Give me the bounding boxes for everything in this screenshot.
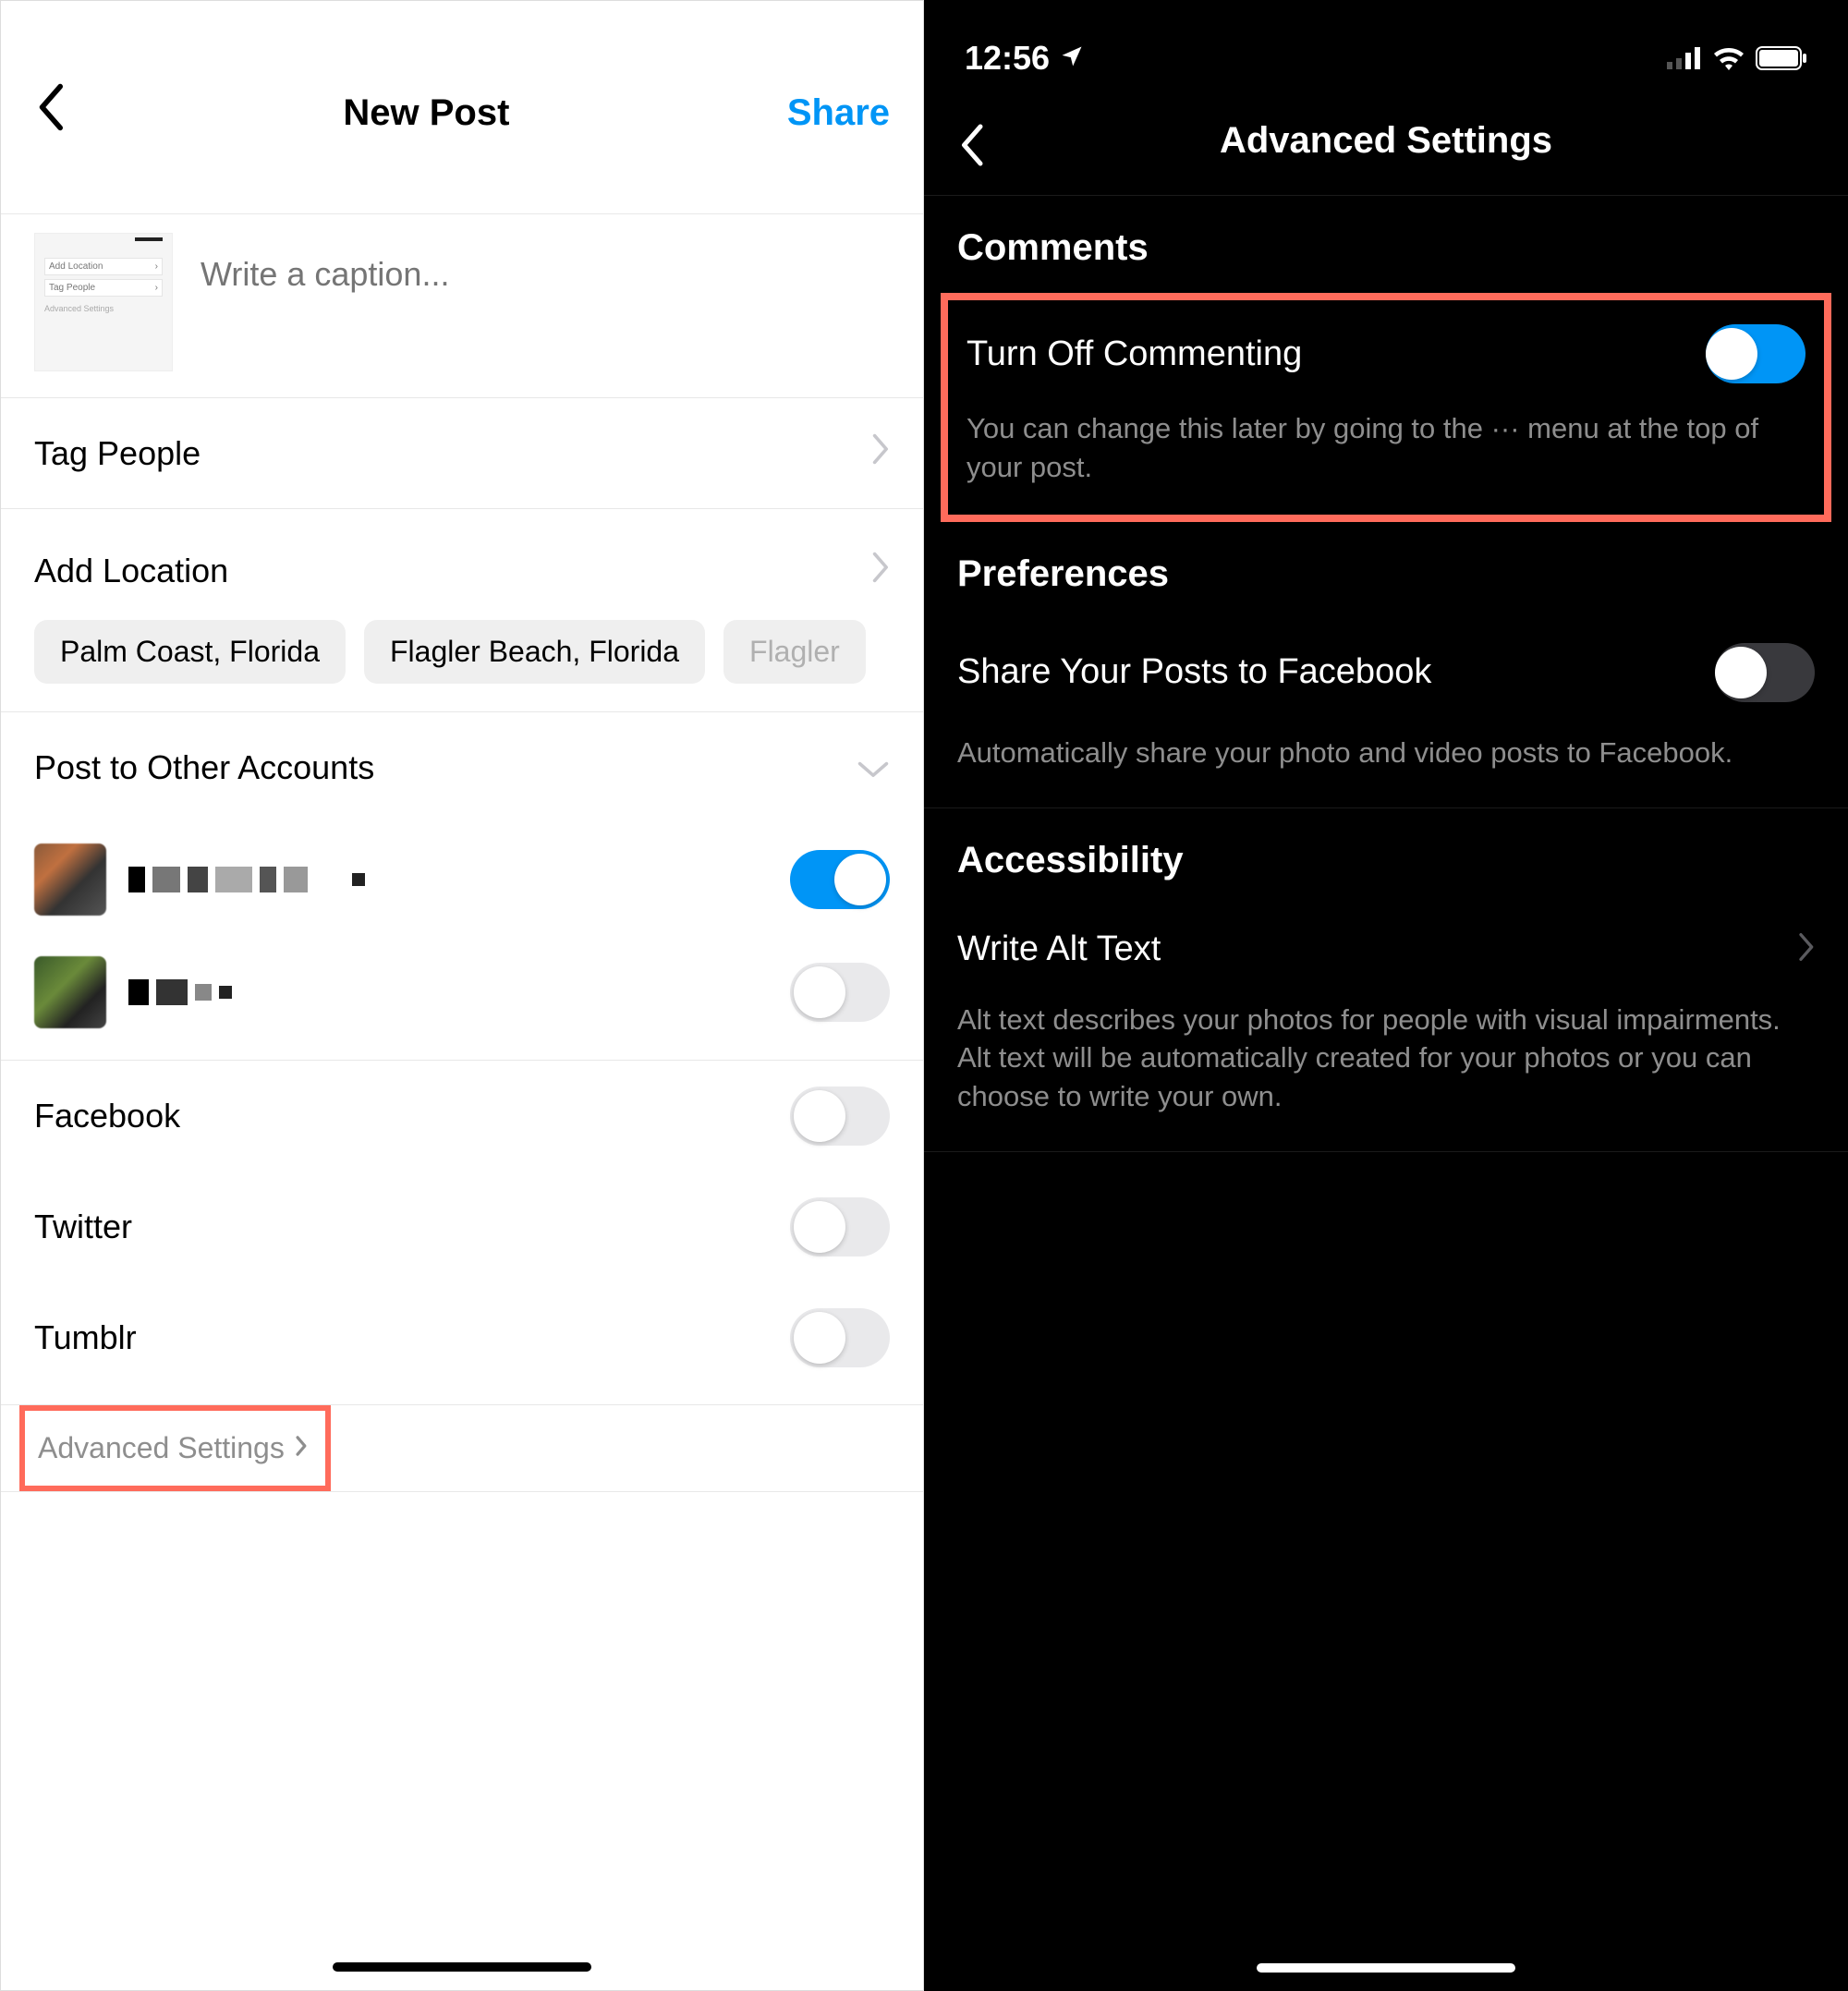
battery-icon xyxy=(1756,46,1807,70)
back-button[interactable] xyxy=(34,81,66,144)
location-chips: Palm Coast, Florida Flagler Beach, Flori… xyxy=(1,620,923,712)
cellular-signal-icon xyxy=(1667,47,1702,69)
chevron-left-icon xyxy=(957,156,985,172)
caption-row: Add Location› Tag People› Advanced Setti… xyxy=(1,213,923,398)
tumblr-toggle[interactable] xyxy=(790,1308,890,1367)
home-indicator xyxy=(1257,1963,1515,1973)
advanced-settings-screen: 12:56 xyxy=(924,0,1848,1991)
account-row xyxy=(1,823,923,936)
caption-input[interactable] xyxy=(201,233,890,294)
account-row xyxy=(1,936,923,1060)
back-button[interactable] xyxy=(957,122,985,173)
post-other-accounts-row[interactable]: Post to Other Accounts xyxy=(1,712,923,823)
turn-off-commenting-desc: You can change this later by going to th… xyxy=(948,402,1824,515)
share-facebook-row: Facebook xyxy=(1,1060,923,1172)
advanced-settings-header: Advanced Settings xyxy=(924,102,1848,196)
tag-people-label: Tag People xyxy=(34,434,201,473)
add-location-row[interactable]: Add Location xyxy=(1,509,923,620)
social-label: Facebook xyxy=(34,1097,180,1135)
location-arrow-icon xyxy=(1059,39,1085,78)
page-title: New Post xyxy=(343,92,509,134)
add-location-label: Add Location xyxy=(34,552,228,590)
location-chip[interactable]: Flagler Beach, Florida xyxy=(364,620,705,684)
status-time: 12:56 xyxy=(965,39,1050,78)
turn-off-commenting-highlight: Turn Off Commenting You can change this … xyxy=(941,293,1831,522)
wifi-icon xyxy=(1713,46,1745,70)
social-label: Tumblr xyxy=(34,1318,137,1357)
page-title: Advanced Settings xyxy=(1220,120,1552,162)
write-alt-text-label: Write Alt Text xyxy=(957,929,1161,969)
account-toggle[interactable] xyxy=(790,963,890,1022)
preferences-section-title: Preferences xyxy=(924,522,1848,619)
share-tumblr-row: Tumblr xyxy=(1,1282,923,1404)
account-username xyxy=(128,866,768,893)
share-to-facebook-label: Share Your Posts to Facebook xyxy=(957,652,1431,692)
location-chip[interactable]: Palm Coast, Florida xyxy=(34,620,346,684)
post-thumbnail[interactable]: Add Location› Tag People› Advanced Setti… xyxy=(34,233,173,371)
write-alt-text-row[interactable]: Write Alt Text xyxy=(924,905,1848,993)
twitter-toggle[interactable] xyxy=(790,1197,890,1257)
facebook-toggle[interactable] xyxy=(790,1087,890,1146)
chevron-right-icon xyxy=(869,432,890,474)
accessibility-section-title: Accessibility xyxy=(924,808,1848,905)
chevron-right-icon xyxy=(1796,931,1815,967)
account-username xyxy=(128,978,768,1006)
chevron-right-icon xyxy=(294,1434,309,1463)
account-toggle[interactable] xyxy=(790,850,890,909)
status-bar: 12:56 xyxy=(924,0,1848,102)
chevron-right-icon xyxy=(869,551,890,592)
share-twitter-row: Twitter xyxy=(1,1172,923,1282)
avatar xyxy=(34,844,106,916)
new-post-screen: New Post Share Add Location› Tag People›… xyxy=(0,0,924,1991)
share-to-facebook-row: Share Your Posts to Facebook xyxy=(924,619,1848,726)
chevron-down-icon xyxy=(857,748,890,787)
location-chip[interactable]: Flagler xyxy=(723,620,866,684)
chevron-left-icon xyxy=(34,94,66,143)
post-other-accounts-label: Post to Other Accounts xyxy=(34,748,374,787)
comments-section-title: Comments xyxy=(924,196,1848,293)
advanced-settings-row[interactable]: Advanced Settings xyxy=(19,1405,331,1491)
home-indicator xyxy=(333,1962,591,1972)
share-button[interactable]: Share xyxy=(787,92,890,134)
turn-off-commenting-row: Turn Off Commenting xyxy=(948,300,1824,402)
tag-people-row[interactable]: Tag People xyxy=(1,398,923,509)
social-label: Twitter xyxy=(34,1208,132,1246)
write-alt-text-desc: Alt text describes your photos for peopl… xyxy=(924,993,1848,1153)
new-post-header: New Post Share xyxy=(1,1,923,213)
turn-off-commenting-toggle[interactable] xyxy=(1706,324,1805,383)
share-to-facebook-desc: Automatically share your photo and video… xyxy=(924,726,1848,808)
advanced-settings-section: Advanced Settings xyxy=(1,1404,923,1492)
turn-off-commenting-label: Turn Off Commenting xyxy=(967,334,1302,374)
avatar xyxy=(34,956,106,1028)
share-to-facebook-toggle[interactable] xyxy=(1715,643,1815,702)
advanced-settings-label: Advanced Settings xyxy=(38,1431,285,1465)
